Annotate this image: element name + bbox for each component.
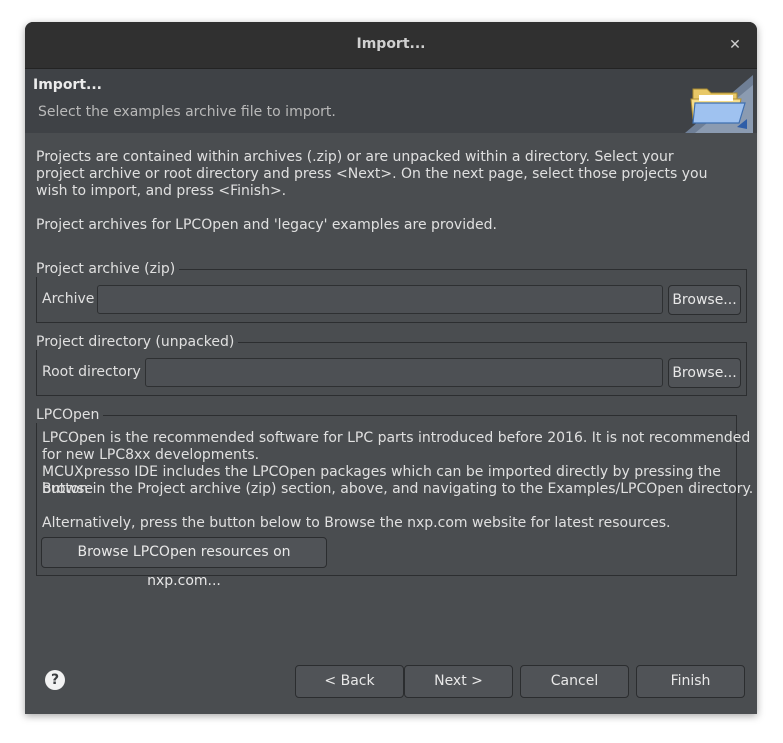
lpcopen-line: for new LPC8xx developments. <box>42 447 260 463</box>
help-icon[interactable]: ? <box>45 670 65 690</box>
close-icon[interactable]: ✕ <box>725 35 745 55</box>
lpcopen-line: button in the Project archive (zip) sect… <box>42 481 754 497</box>
folder-icon <box>685 75 753 133</box>
root-directory-label: Root directory <box>42 364 141 380</box>
intro-line: project archive or root directory and pr… <box>36 166 708 182</box>
wizard-header: Import... Select the examples archive fi… <box>25 69 757 133</box>
intro-line: Projects are contained within archives (… <box>36 149 674 165</box>
import-dialog: Import... ✕ Import... Select the example… <box>25 22 757 714</box>
browse-lpcopen-button[interactable]: Browse LPCOpen resources on nxp.com... <box>41 537 327 589</box>
wizard-title: Import... <box>33 77 102 93</box>
archive-browse-button[interactable]: Browse... <box>668 285 741 315</box>
intro-line: wish to import, and press <Finish>. <box>36 183 287 199</box>
archive-input[interactable] <box>97 285 663 314</box>
next-button[interactable]: Next > <box>404 665 513 698</box>
directory-browse-button[interactable]: Browse... <box>668 358 741 388</box>
archive-label: Archive <box>42 291 95 307</box>
root-directory-input[interactable] <box>145 358 663 387</box>
finish-button[interactable]: Finish <box>636 665 745 698</box>
wizard-subtitle: Select the examples archive file to impo… <box>38 104 336 120</box>
back-button[interactable]: < Back <box>295 665 404 698</box>
lpcopen-line: LPCOpen is the recommended software for … <box>42 430 751 446</box>
archive-group-label: Project archive (zip) <box>36 261 180 277</box>
cancel-button[interactable]: Cancel <box>520 665 629 698</box>
intro-line: Project archives for LPCOpen and 'legacy… <box>36 217 497 233</box>
window-title: Import... <box>356 36 426 52</box>
lpcopen-group-label: LPCOpen <box>36 407 104 423</box>
lpcopen-line: Alternatively, press the button below to… <box>42 515 671 531</box>
title-bar: Import... ✕ <box>25 22 757 69</box>
directory-group-label: Project directory (unpacked) <box>36 334 239 350</box>
